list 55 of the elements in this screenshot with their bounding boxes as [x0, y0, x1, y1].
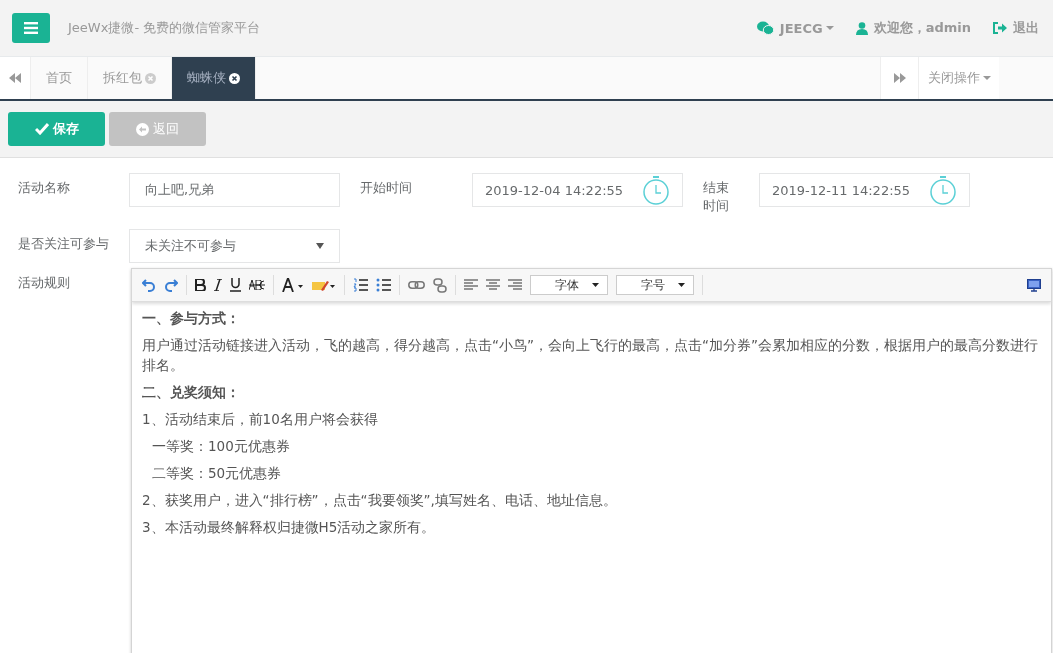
app-title: JeeWx捷微- 免费的微信管家平台 — [68, 19, 261, 37]
editor-paragraph: 2、获奖用户，进入“排行榜”，点击“我要领奖”,填写姓名、电话、地址信息。 — [142, 491, 618, 510]
follow-select[interactable]: 未关注不可参与 — [129, 229, 340, 263]
field-label: 活动规则 — [18, 274, 71, 292]
editor-paragraph: 1、活动结束后，前10名用户将会获得 — [142, 410, 379, 429]
field-label: 活动名称 — [18, 179, 71, 197]
start-time-field[interactable]: 2019-12-04 14:22:55 — [472, 173, 683, 207]
editor-paragraph: 3、本活动最终解释权归捷微H5活动之家所有。 — [142, 518, 437, 537]
double-right-arrow-icon — [893, 73, 906, 83]
user-icon — [855, 21, 868, 35]
font-size-select[interactable]: 字号 — [616, 275, 694, 295]
tab[interactable]: 蜘蛛侠 — [172, 57, 256, 99]
monitor-icon[interactable] — [1027, 278, 1041, 292]
tab[interactable]: 首页 — [31, 57, 88, 99]
redo-icon[interactable] — [164, 278, 178, 292]
editor-paragraph: 二、兑奖须知： — [142, 383, 241, 402]
underline-icon[interactable] — [230, 278, 241, 292]
menu-icon — [24, 22, 38, 34]
font-color-icon[interactable] — [282, 278, 304, 292]
editor-paragraph: 一等奖：100元优惠券 — [151, 437, 291, 456]
logout-icon — [993, 22, 1007, 34]
highlight-icon[interactable] — [312, 278, 336, 292]
align-right-icon[interactable] — [508, 279, 522, 291]
field-label: 结束时间 — [703, 179, 730, 215]
end-time-field[interactable]: 2019-12-11 14:22:55 — [759, 173, 970, 207]
link-icon[interactable] — [408, 281, 425, 289]
bold-icon[interactable] — [195, 279, 206, 291]
close-tabs-dropdown[interactable]: 关闭操作 — [919, 57, 999, 99]
name-input[interactable]: 向上吧,兄弟 — [129, 173, 340, 207]
chat-bubbles-icon — [756, 21, 774, 35]
dropdown-arrow-icon — [316, 243, 324, 249]
scroll-left-button[interactable] — [0, 57, 31, 99]
editor-paragraph: 用户通过活动链接进入活动，飞的越高，得分越高，点击“小鸟”，会向上飞行的最高，点击“加分券”会累加相应的分数，根据用户的最高分数进行排名。 — [142, 336, 1039, 375]
menu-button[interactable] — [12, 13, 50, 43]
action-button[interactable]: 保存 — [8, 112, 105, 146]
undo-icon[interactable] — [142, 278, 156, 292]
field-label: 是否关注可参与 — [18, 235, 110, 253]
unlink-icon[interactable] — [433, 277, 447, 293]
align-left-icon[interactable] — [464, 279, 478, 291]
align-center-icon[interactable] — [486, 279, 500, 291]
checkmark-icon — [34, 123, 49, 135]
dropdown-arrow-icon — [592, 283, 599, 287]
strikethrough-icon[interactable] — [249, 280, 265, 290]
scroll-right-button[interactable] — [880, 57, 919, 99]
field-label: 开始时间 — [360, 179, 413, 197]
double-left-arrow-icon — [9, 73, 21, 83]
welcome-text: 欢迎您，admin — [873, 19, 971, 37]
close-icon[interactable] — [229, 72, 240, 84]
dropdown-arrow-icon — [678, 283, 685, 287]
bullet-list-icon[interactable] — [376, 278, 391, 292]
editor-paragraph: 一、参与方式： — [142, 309, 241, 328]
numbered-list-icon[interactable] — [353, 278, 368, 292]
italic-icon[interactable] — [214, 279, 222, 291]
editor-paragraph: 二等奖：50元优惠券 — [151, 464, 283, 483]
font-family-select[interactable]: 字体 — [530, 275, 608, 295]
